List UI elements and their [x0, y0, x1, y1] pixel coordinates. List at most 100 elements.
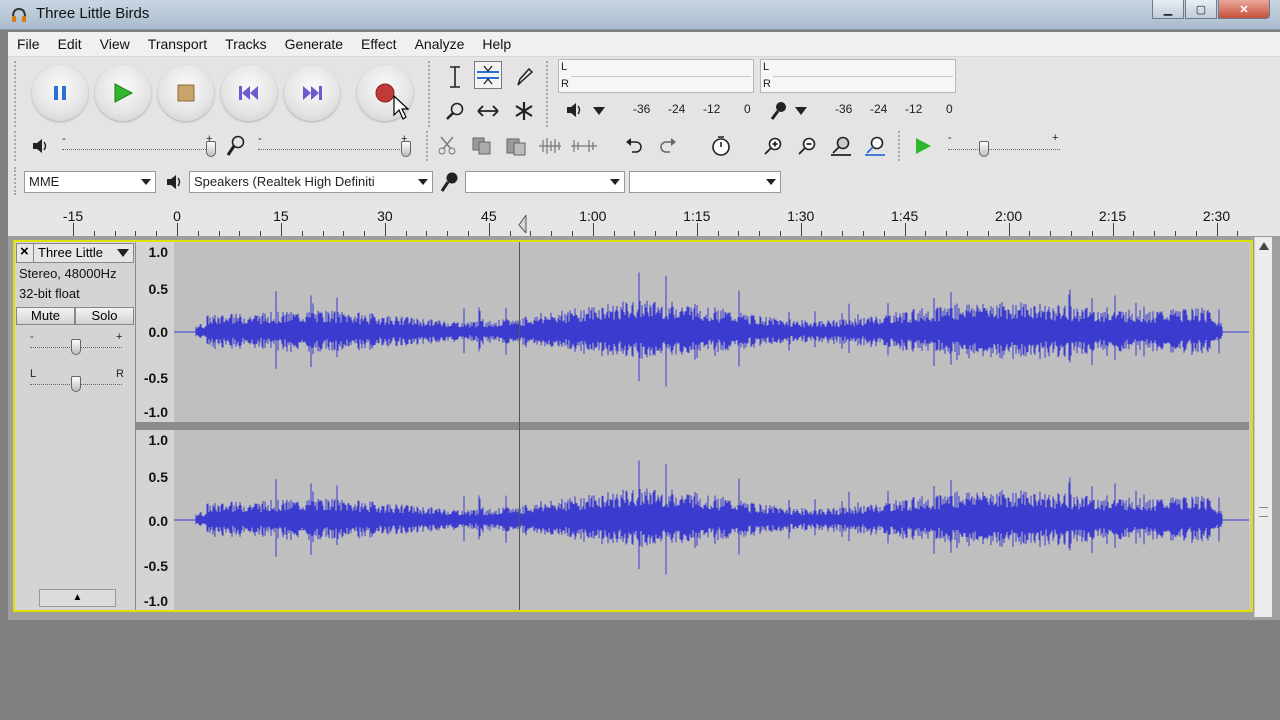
envelope-tool[interactable]	[474, 61, 502, 89]
record-scale-1: -36	[835, 102, 853, 116]
channel-1-waveform-area[interactable]	[174, 242, 1249, 422]
channel-separator[interactable]	[136, 422, 1249, 430]
input-channels-select[interactable]	[629, 171, 781, 193]
ruler-major-tick	[1216, 223, 1218, 236]
gain-slider-thumb[interactable]	[71, 339, 81, 355]
ruler-minor-tick	[967, 231, 969, 236]
playback-scale-4: 0	[744, 102, 751, 116]
menu-transport[interactable]: Transport	[139, 36, 216, 52]
skip-end-icon	[303, 86, 322, 100]
output-volume-thumb[interactable]	[206, 141, 216, 157]
ruler-major-tick	[1112, 223, 1114, 236]
vertical-scrollbar[interactable]	[1254, 237, 1272, 617]
toolbar-grip[interactable]	[14, 61, 20, 127]
paste-button[interactable]	[501, 133, 531, 159]
multi-tool[interactable]	[510, 97, 538, 125]
cut-button[interactable]	[433, 133, 463, 159]
play-at-speed-button[interactable]	[908, 133, 938, 159]
mouse-cursor-icon	[393, 95, 409, 120]
play-speed-thumb[interactable]	[979, 141, 989, 157]
zoom-tool[interactable]	[441, 97, 469, 125]
copy-button[interactable]	[467, 133, 497, 159]
menu-analyze[interactable]: Analyze	[406, 36, 474, 52]
play-button[interactable]	[95, 65, 151, 121]
maximize-button[interactable]: ▢	[1185, 0, 1217, 19]
trim-button[interactable]	[535, 133, 565, 159]
microphone-icon[interactable]	[770, 101, 788, 121]
output-volume-slider[interactable]	[62, 149, 212, 150]
channel-2-waveform-area[interactable]	[174, 430, 1249, 610]
input-device-select[interactable]	[465, 171, 625, 193]
empty-project-area[interactable]	[8, 620, 1260, 720]
zoom-out-button[interactable]	[792, 133, 822, 159]
timeline-ruler[interactable]: -15 0 15 30 45 1:00 1:15 1:30 1:45 2:00 2:15 2:30	[8, 203, 1280, 237]
scroll-up-arrow-icon[interactable]	[1259, 242, 1269, 250]
ruler-label: 1:30	[787, 208, 815, 224]
skip-to-end-button[interactable]	[284, 65, 340, 121]
dropdown-arrow-icon[interactable]	[593, 107, 605, 115]
zoom-in-button[interactable]	[758, 133, 788, 159]
silence-button[interactable]	[569, 133, 599, 159]
toolbar-grip[interactable]	[428, 61, 434, 127]
menu-file[interactable]: File	[8, 36, 49, 52]
play-speed-slider[interactable]	[948, 149, 1060, 150]
track-name[interactable]: Three Little	[38, 245, 103, 260]
title-bar: Three Little Birds ▁ ▢ ✕	[0, 0, 1280, 30]
record-meter[interactable]: L R	[760, 59, 956, 93]
microphone-icon	[440, 172, 458, 192]
fit-project-button[interactable]	[860, 133, 890, 159]
ruler-minor-tick	[239, 231, 241, 236]
speaker-icon[interactable]	[566, 102, 584, 118]
draw-tool[interactable]	[510, 63, 538, 91]
close-button[interactable]: ✕	[1218, 0, 1270, 19]
skip-to-start-button[interactable]	[221, 65, 277, 121]
undo-button[interactable]	[619, 133, 649, 159]
playback-meter[interactable]: L R	[558, 59, 754, 93]
axis-label: 0.5	[148, 469, 168, 485]
selection-tool[interactable]	[441, 63, 469, 91]
input-volume-slider[interactable]	[258, 149, 408, 150]
input-volume-thumb[interactable]	[401, 141, 411, 157]
sync-lock-button[interactable]	[706, 133, 736, 159]
toolbar-grip[interactable]	[546, 61, 552, 127]
toolbar-grip[interactable]	[898, 131, 904, 161]
mute-button[interactable]: Mute	[16, 307, 75, 325]
minimize-button[interactable]: ▁	[1152, 0, 1184, 19]
ruler-minor-tick	[156, 231, 158, 236]
scroll-thumb-grip[interactable]	[1259, 507, 1268, 517]
collapse-track-button[interactable]: ▲	[39, 589, 116, 607]
magnifier-icon	[446, 102, 464, 120]
speed-slider-min: -	[948, 132, 952, 144]
paste-icon	[506, 138, 526, 156]
redo-button[interactable]	[653, 133, 683, 159]
menu-help[interactable]: Help	[473, 36, 520, 52]
menu-edit[interactable]: Edit	[49, 36, 91, 52]
ruler-minor-tick	[530, 231, 532, 236]
menu-bar: File Edit View Transport Tracks Generate…	[8, 32, 1280, 57]
output-device-select[interactable]: Speakers (Realtek High Definiti	[189, 171, 433, 193]
track-menu-arrow-icon[interactable]	[117, 249, 129, 257]
menu-effect[interactable]: Effect	[352, 36, 406, 52]
menu-view[interactable]: View	[91, 36, 139, 52]
close-track-icon[interactable]: ×	[20, 243, 29, 260]
pause-button[interactable]	[32, 65, 88, 121]
axis-label: 1.0	[148, 244, 168, 260]
stop-button[interactable]	[158, 65, 214, 121]
dropdown-arrow-icon[interactable]	[795, 107, 807, 115]
toolbar-grip[interactable]	[14, 167, 20, 195]
toolbar-grip[interactable]	[426, 131, 432, 161]
host-select[interactable]: MME	[24, 171, 156, 193]
toolbar-grip[interactable]	[14, 131, 20, 161]
menu-generate[interactable]: Generate	[276, 36, 352, 52]
track-sample-rate: Stereo, 48000Hz	[19, 266, 117, 281]
solo-button[interactable]: Solo	[75, 307, 134, 325]
menu-tracks[interactable]: Tracks	[216, 36, 275, 52]
ruler-minor-tick	[364, 231, 366, 236]
track-header[interactable]: × Three Little	[16, 243, 134, 263]
audio-track[interactable]: × Three Little Stereo, 48000Hz 32-bit fl…	[13, 240, 1253, 612]
ruler-minor-tick	[842, 231, 844, 236]
ruler-minor-tick	[301, 231, 303, 236]
fit-selection-button[interactable]	[826, 133, 856, 159]
pan-slider-thumb[interactable]	[71, 376, 81, 392]
time-shift-tool[interactable]	[474, 97, 502, 125]
